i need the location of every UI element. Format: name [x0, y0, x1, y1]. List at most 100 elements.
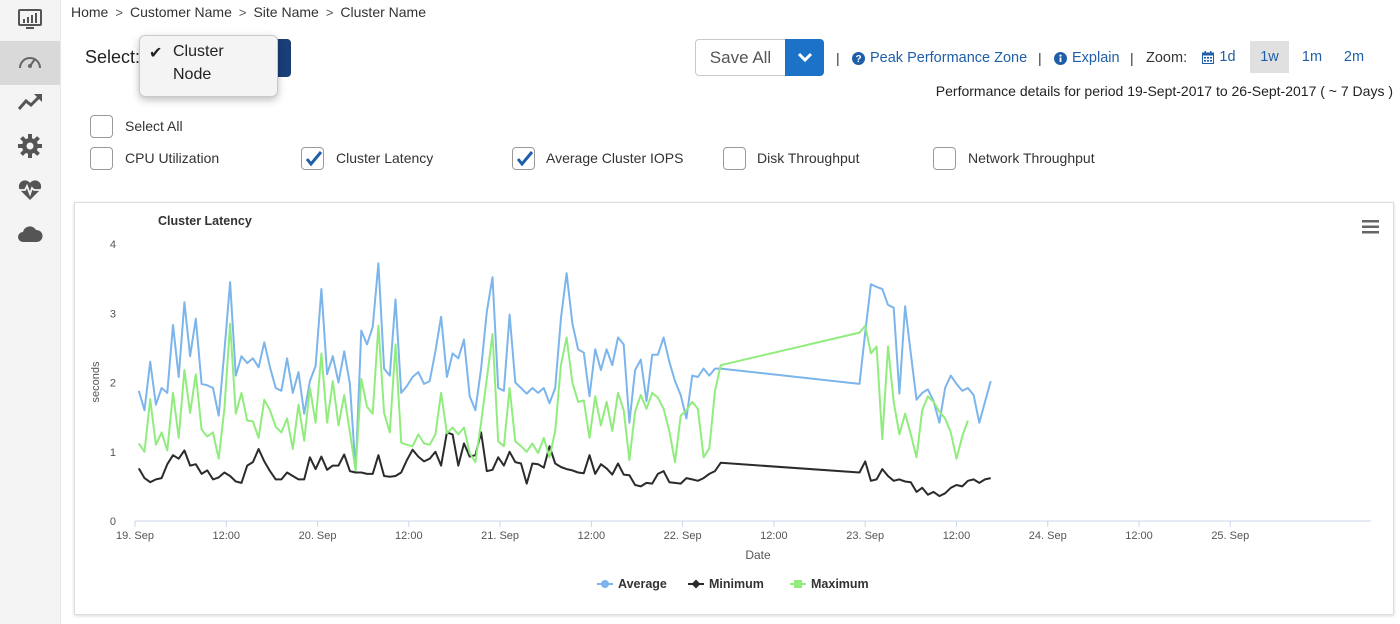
y-tick-label: 4 — [110, 239, 116, 251]
explain-label: Explain — [1072, 50, 1120, 66]
y-tick-label: 0 — [110, 516, 116, 528]
legend-item-minimum[interactable]: Minimum — [709, 577, 764, 591]
latency-chart: Cluster Latency seconds Date 0 1 2 3 4 19. S… — [90, 214, 1379, 591]
svg-text:?: ? — [855, 54, 861, 65]
breadcrumb: Home > Customer Name > Site Name > Cluster Nam… — [71, 4, 426, 20]
y-axis-label: seconds — [90, 361, 102, 402]
zoom-option-label: 1d — [1219, 49, 1236, 65]
toolbar-divider: | — [836, 50, 840, 66]
breadcrumb-separator: > — [115, 5, 123, 20]
heart-pulse-icon — [17, 179, 43, 206]
breadcrumb-cluster: Cluster Name — [340, 4, 427, 20]
chart-title: Cluster Latency — [158, 214, 252, 228]
zoom-option-label: 1w — [1260, 49, 1279, 65]
disk-throughput-checkbox[interactable] — [723, 147, 746, 170]
calendar-icon — [1202, 50, 1215, 64]
zoom-1w-button[interactable]: 1w — [1250, 41, 1289, 73]
sidebar-item-health[interactable] — [0, 170, 60, 214]
zoom-label: Zoom: — [1146, 50, 1188, 66]
select-all-checkbox[interactable] — [90, 115, 113, 138]
chart-legend: Average Minimum Maximum — [597, 577, 869, 591]
y-tick-label: 2 — [110, 378, 116, 390]
legend-marker — [601, 580, 609, 588]
dropdown-option-label: Node — [173, 66, 212, 83]
breadcrumb-customer[interactable]: Customer Name — [130, 4, 232, 20]
speedometer-icon — [17, 50, 43, 77]
save-all-group: Save All — [695, 39, 824, 76]
disk-throughput-label: Disk Throughput — [757, 150, 860, 166]
checkmark-icon — [514, 149, 534, 174]
breadcrumb-separator: > — [238, 5, 247, 20]
checkmark-icon: ✔ — [149, 45, 163, 62]
latency-chart-panel: Cluster Latency seconds Date 0 1 2 3 4 19. S… — [74, 202, 1394, 615]
chart-series — [137, 262, 992, 498]
cluster-latency-checkbox[interactable] — [301, 147, 324, 170]
sidebar — [0, 0, 61, 624]
cluster-latency-label: Cluster Latency — [336, 150, 434, 166]
sidebar-item-dashboard[interactable] — [0, 0, 60, 44]
zoom-1m-button[interactable]: 1m — [1293, 41, 1331, 73]
monitor-icon — [18, 8, 42, 36]
checkmark-icon — [303, 149, 323, 174]
x-axis-ticks: 19. Sep 12:00 20. Sep 12:00 21. Sep 12:00 22. … — [116, 530, 1249, 542]
series-line-average[interactable] — [137, 262, 992, 473]
series-line-minimum[interactable] — [137, 431, 991, 498]
legend-item-maximum[interactable]: Maximum — [811, 577, 869, 591]
sidebar-item-performance[interactable] — [0, 41, 60, 85]
breadcrumb-site[interactable]: Site Name — [253, 4, 318, 20]
peak-performance-zone-label: Peak Performance Zone — [870, 50, 1028, 66]
zoom-2m-button[interactable]: 2m — [1335, 41, 1373, 73]
x-tick-label: 25. Sep — [1211, 530, 1249, 542]
x-tick-label: 24. Sep — [1029, 530, 1067, 542]
peak-performance-zone-link[interactable]: ? Peak Performance Zone — [852, 50, 1027, 66]
x-tick-label: 12:00 — [395, 530, 423, 542]
select-dropdown-menu: ✔ Cluster Node — [139, 35, 278, 97]
x-tick-label: 12:00 — [943, 530, 971, 542]
x-axis-label: Date — [745, 548, 771, 562]
zoom-1d-button[interactable]: 1d — [1198, 41, 1240, 73]
chart-gridlines — [134, 520, 1371, 527]
cpu-utilization-label: CPU Utilization — [125, 150, 220, 166]
save-all-menu-button[interactable] — [785, 39, 824, 76]
sidebar-item-trends[interactable] — [0, 82, 60, 126]
legend-marker — [794, 580, 802, 588]
sidebar-item-settings[interactable] — [0, 126, 60, 170]
gear-icon — [17, 133, 43, 164]
average-cluster-iops-checkbox[interactable] — [512, 147, 535, 170]
x-tick-label: 22. Sep — [664, 530, 702, 542]
y-tick-label: 1 — [110, 447, 116, 459]
x-tick-label: 19. Sep — [116, 530, 154, 542]
chevron-down-icon — [797, 49, 813, 67]
x-tick-label: 23. Sep — [846, 530, 884, 542]
toolbar-divider: | — [1038, 50, 1042, 66]
x-tick-label: 21. Sep — [481, 530, 519, 542]
x-tick-label: 12:00 — [213, 530, 241, 542]
cloud-icon — [17, 225, 43, 248]
question-circle-icon: ? — [852, 51, 865, 65]
legend-item-average[interactable]: Average — [618, 577, 667, 591]
dropdown-option-label: Cluster — [173, 43, 224, 60]
x-tick-label: 12:00 — [1125, 530, 1153, 542]
x-tick-label: 20. Sep — [299, 530, 337, 542]
sidebar-item-cloud[interactable] — [0, 214, 60, 258]
x-tick-label: 12:00 — [578, 530, 606, 542]
menu-icon[interactable] — [1362, 220, 1379, 234]
select-all-label: Select All — [125, 118, 183, 134]
network-throughput-checkbox[interactable] — [933, 147, 956, 170]
zoom-option-label: 2m — [1343, 49, 1365, 65]
average-cluster-iops-label: Average Cluster IOPS — [546, 150, 684, 166]
save-all-button[interactable]: Save All — [695, 39, 786, 76]
dropdown-option-node[interactable]: Node — [140, 66, 277, 88]
breadcrumb-separator: > — [325, 5, 334, 20]
zoom-option-label: 1m — [1301, 49, 1323, 65]
period-description: Performance details for period 19-Sept-2… — [935, 83, 1393, 99]
legend-marker — [691, 579, 701, 589]
y-tick-label: 3 — [110, 308, 116, 320]
explain-link[interactable]: Explain — [1054, 50, 1120, 66]
y-axis-ticks: 0 1 2 3 4 — [110, 239, 116, 528]
dropdown-option-cluster[interactable]: ✔ Cluster — [140, 43, 277, 65]
toolbar-divider: | — [1130, 50, 1134, 66]
info-circle-icon — [1054, 51, 1067, 65]
cpu-utilization-checkbox[interactable] — [90, 147, 113, 170]
breadcrumb-home[interactable]: Home — [71, 4, 108, 20]
